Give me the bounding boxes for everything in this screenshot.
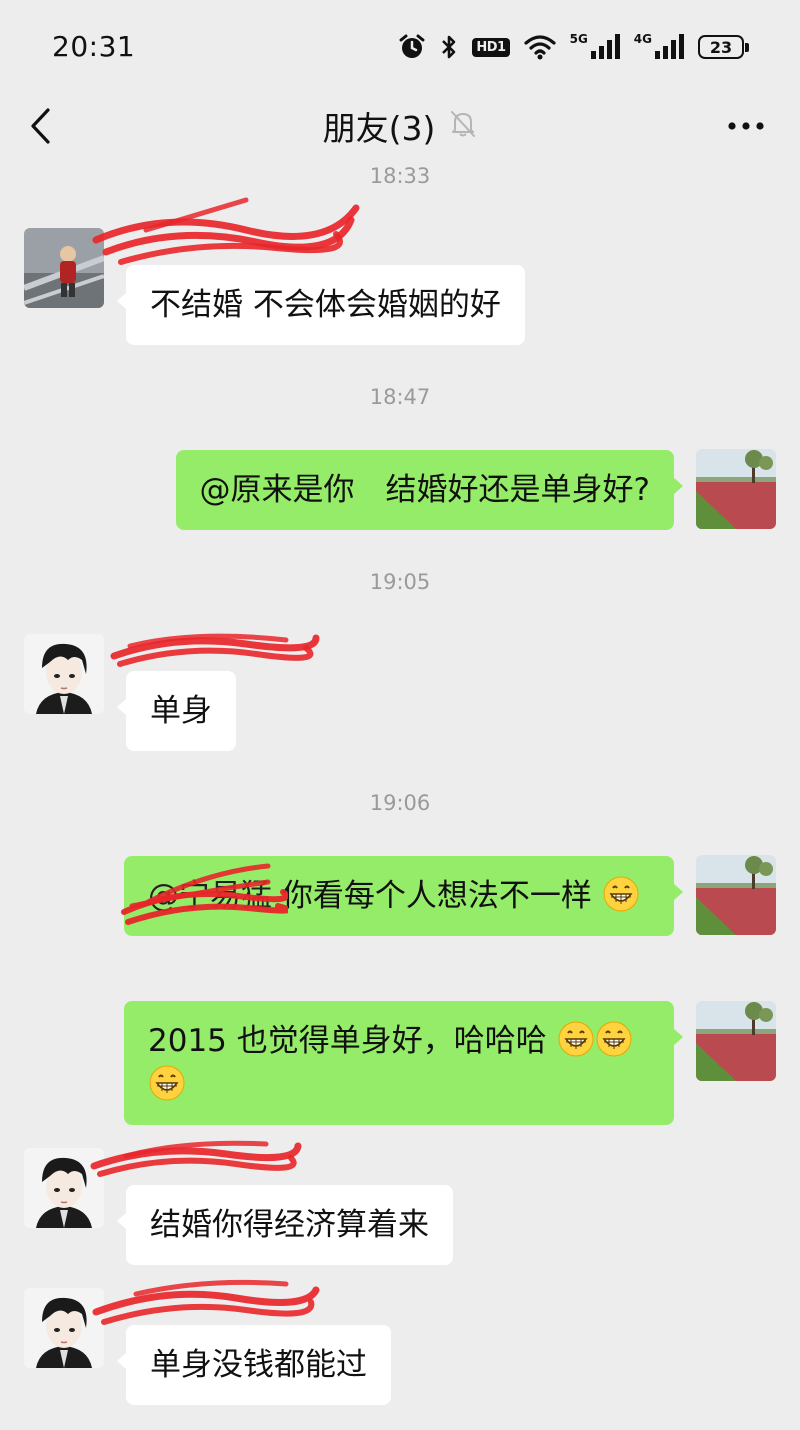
sender-name-redacted bbox=[90, 1140, 302, 1178]
status-bar: 20:31 HD1 5G 4G 23 bbox=[0, 0, 800, 90]
message-text: 2015 也觉得单身好，哈哈哈 bbox=[148, 1023, 547, 1059]
message-list[interactable]: 18:33 不结婚 不会体会婚姻的好 18:47 @原来是你 结婚好还是单身好? bbox=[0, 162, 800, 1430]
avatar-self[interactable] bbox=[696, 855, 776, 935]
avatar-self[interactable] bbox=[696, 1001, 776, 1081]
grinning-face-emoji bbox=[149, 1065, 185, 1101]
grinning-face-emoji bbox=[603, 876, 639, 912]
redaction-scribble bbox=[90, 1140, 302, 1177]
anime-boy-avatar bbox=[24, 1148, 104, 1228]
redaction-scribble bbox=[110, 633, 320, 667]
network-4g-label: 4G bbox=[633, 32, 652, 46]
signal-4g-icon: 4G bbox=[633, 32, 684, 60]
track-photo-avatar bbox=[696, 1001, 776, 1081]
chat-title: 朋友(3) bbox=[322, 109, 436, 148]
anime-boy-avatar bbox=[24, 1288, 104, 1368]
network-5g-label: 5G bbox=[569, 32, 588, 46]
alarm-icon bbox=[398, 33, 426, 61]
sender-name-redacted bbox=[110, 633, 320, 667]
avatar-sender-2[interactable] bbox=[24, 1148, 104, 1228]
sender-name-redacted bbox=[92, 197, 360, 265]
more-dots-icon bbox=[728, 122, 764, 130]
hd-voice-icon: HD1 bbox=[472, 37, 510, 57]
mention-text: @宁易猛 bbox=[148, 878, 272, 914]
timestamp: 19:05 bbox=[369, 570, 431, 594]
message-bubble-outgoing[interactable]: @宁易猛 你看每个人想法不一样 bbox=[121, 856, 683, 936]
avatar-sender-1[interactable] bbox=[24, 228, 104, 308]
mention-redacted: @宁易猛 bbox=[121, 863, 288, 925]
message-text: 你看每个人想法不一样 bbox=[281, 878, 592, 914]
track-photo-avatar bbox=[696, 855, 776, 935]
anime-boy-avatar bbox=[24, 634, 104, 714]
timestamp: 18:33 bbox=[369, 164, 431, 188]
message-bubble-incoming[interactable]: 单身 bbox=[117, 671, 236, 751]
signal-5g-icon: 5G bbox=[569, 32, 620, 60]
sender-name-redacted bbox=[92, 1279, 320, 1325]
message-bubble-outgoing[interactable]: @原来是你 结婚好还是单身好? bbox=[175, 450, 684, 530]
chat-title-group: 朋友(3) bbox=[0, 98, 800, 154]
mute-bell-icon bbox=[449, 109, 477, 143]
avatar-self[interactable] bbox=[696, 449, 776, 529]
timestamp: 19:06 bbox=[369, 791, 431, 815]
message-bubble-incoming[interactable]: 单身没钱都能过 bbox=[117, 1325, 391, 1405]
message-bubble-incoming[interactable]: 不结婚 不会体会婚姻的好 bbox=[117, 265, 525, 345]
timestamp: 18:47 bbox=[369, 385, 431, 409]
redaction-scribble bbox=[92, 197, 360, 265]
redaction-scribble bbox=[92, 1279, 320, 1325]
grinning-face-emoji bbox=[596, 1021, 632, 1057]
battery-icon: 23 bbox=[698, 35, 749, 59]
grinning-face-emoji bbox=[558, 1021, 594, 1057]
avatar-sender-2[interactable] bbox=[24, 634, 104, 714]
wifi-icon bbox=[523, 34, 556, 60]
chat-header: 朋友(3) bbox=[0, 90, 800, 162]
message-bubble-incoming[interactable]: 结婚你得经济算着来 bbox=[117, 1185, 453, 1265]
status-icons: HD1 5G 4G 23 bbox=[398, 32, 749, 62]
track-photo-avatar bbox=[696, 449, 776, 529]
message-bubble-outgoing[interactable]: 2015 也觉得单身好，哈哈哈 bbox=[124, 1001, 683, 1125]
status-time: 20:31 bbox=[52, 30, 136, 63]
child-photo-avatar bbox=[24, 228, 104, 308]
more-options-button[interactable] bbox=[724, 108, 768, 144]
avatar-sender-2[interactable] bbox=[24, 1288, 104, 1368]
bluetooth-icon bbox=[440, 33, 458, 61]
